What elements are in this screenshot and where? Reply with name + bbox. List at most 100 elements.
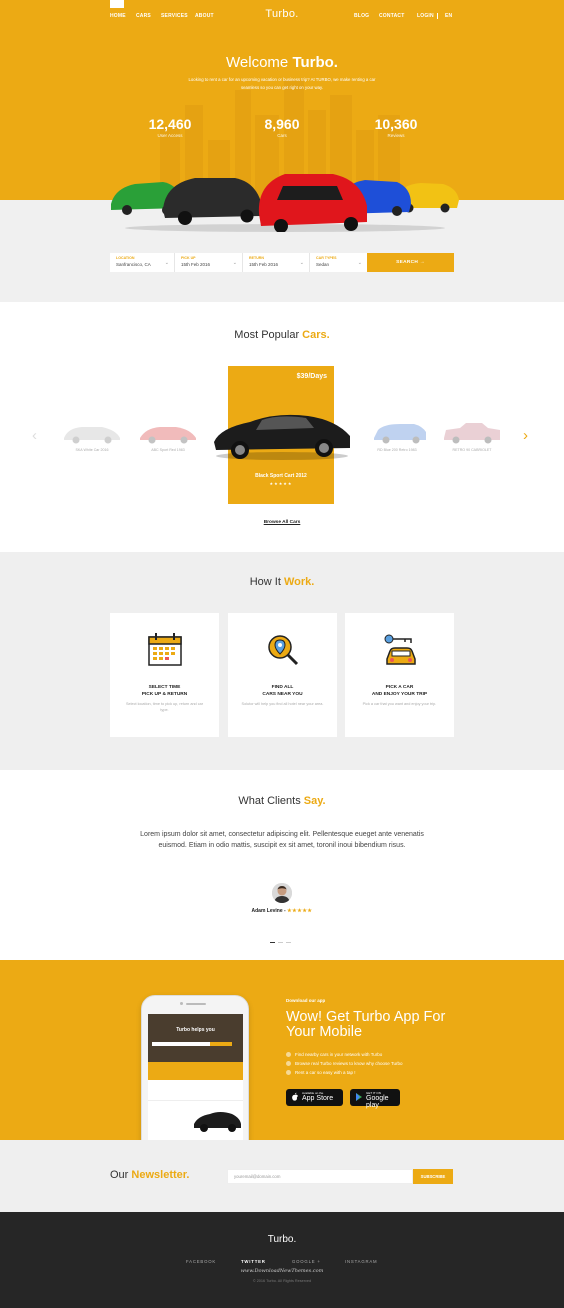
brand-logo[interactable]: Turbo. [0,8,564,20]
app-kicker: Download our app [286,998,326,1003]
how-it-works-section: How It Work. SELECT TIME PICK UP & RETURN… [0,552,564,770]
search-button[interactable]: SEARCH → [367,253,454,272]
phone-speaker [186,1003,206,1005]
carousel-next-arrow[interactable]: › [523,428,528,443]
footer-link-google-plus[interactable]: GOOGLE + [292,1259,321,1264]
car-price: $39/Days [296,373,327,380]
location-select[interactable]: LOCATION Sanfrancisco, CA ⌄ [110,253,175,272]
logo-mark [110,0,124,8]
newsletter-section: Our Newsletter. youremail@domain.com SUB… [0,1140,564,1212]
rating-stars: ★★★★★ [287,908,313,914]
google-play-icon [356,1093,362,1101]
carousel-dot[interactable] [286,941,291,943]
nav-language[interactable]: EN [445,13,452,19]
app-store-button[interactable]: Available on the App Store [286,1089,343,1106]
chevron-down-icon: ⌄ [299,260,304,266]
apple-icon [292,1092,298,1101]
hero-section: HOME CARS SERVICES ABOUT Turbo. BLOG CON… [0,0,564,302]
footer-link-instagram[interactable]: INSTAGRAM [345,1259,377,1264]
popular-title: Most Popular Cars. [234,329,330,341]
app-feature: Browse real Turbo reviews to know why ch… [286,1059,403,1068]
hero-cars-image [111,174,459,232]
popular-cars-section: Most Popular Cars. ‹ SKA White Car 2016 … [0,302,564,552]
nav-login[interactable]: LOGIN [417,13,434,19]
car-rating-stars: ★★★★★ [269,481,293,486]
screen-title: Turbo helps you [176,1027,215,1033]
step-card-pick-car: PICK A CAR AND ENJOY YOUR TRIP Pick a car… [345,613,454,737]
newsletter-title: Our Newsletter. [110,1169,190,1181]
top-navigation: HOME CARS SERVICES ABOUT Turbo. BLOG CON… [0,0,564,32]
car-thumbnail-red[interactable] [138,420,198,446]
car-label-red: ABC Sport Red 1983 [151,448,185,452]
step-title: SELECT TIME PICK UP & RETURN [141,685,188,697]
step-title: FIND ALL CARS NEAR YOU [262,685,303,697]
return-date-select[interactable]: RETURN 15th Feb 2016 ⌄ [243,253,310,272]
phone-camera [180,1002,183,1005]
footer: Turbo. FACEBOOK TWITTER GOOGLE + INSTAGR… [0,1212,564,1308]
app-feature: Find nearby cars in your network with Tu… [286,1050,403,1059]
footer-brand: Turbo. [267,1234,297,1245]
screen-hero: Turbo helps you [148,1014,243,1062]
stat-cars: 8,960 Cars [264,116,300,138]
step-card-find-cars: FIND ALL CARS NEAR YOU Solutor will help … [228,613,337,737]
check-icon [286,1070,291,1075]
newsletter-email-input[interactable]: youremail@domain.com [227,1169,413,1184]
step-description: Pick a car that you want and enjoy your … [362,702,437,706]
copyright: © 2016 Turbo. All Rights Reserved [252,1279,312,1283]
nav-contact[interactable]: CONTACT [379,13,404,19]
app-download-section: Turbo helps you Download our app Wow! Ge… [0,960,564,1140]
car-thumbnail-white[interactable] [62,420,122,446]
screen-search-button [210,1042,232,1046]
car-thumbnail-blue[interactable] [370,420,430,446]
carousel-dot[interactable] [270,941,275,943]
screen-stats-strip [148,1062,243,1080]
car-key-icon [384,634,416,665]
avatar [272,883,292,903]
featured-car-image [214,414,350,460]
testimonial-quote: Lorem ipsum dolor sit amet, consectetur … [140,831,424,849]
carousel-prev-arrow[interactable]: ‹ [32,428,37,443]
calendar-icon [148,633,182,666]
hero-subtitle: Looking to rent a car for an upcoming va… [188,77,376,90]
stat-reviews: 10,360 Reviews [374,116,418,138]
clients-title: What Clients Say. [238,795,326,807]
footer-link-facebook[interactable]: FACEBOOK [186,1259,216,1264]
app-feature-list: Find nearby cars in your network with Tu… [286,1050,403,1077]
subscribe-button[interactable]: SUBSCRIBE [413,1169,453,1184]
car-name: Black Sport Cart 2012 [255,473,307,479]
chevron-down-icon: ⌄ [232,260,237,266]
car-label-blue: RD Blue 200 Retro 1983 [377,448,417,452]
chevron-down-icon: ⌄ [357,260,362,266]
footer-link-twitter[interactable]: TWITTER [241,1259,266,1264]
check-icon [286,1061,291,1066]
how-title: How It Work. [249,576,315,588]
step-card-select-time: SELECT TIME PICK UP & RETURN Select locat… [110,613,219,737]
hero-title: Welcome Turbo. [226,54,338,71]
stat-user-access: 12,460 User Access [148,116,192,138]
location-search-icon [268,635,299,666]
app-feature: Rent a car so easy with a tap ! [286,1068,403,1077]
watermark: www.DownloadNewThemes.com [240,1268,324,1274]
phone-mockup: Turbo helps you [141,995,249,1140]
pickup-date-select[interactable]: PICK UP 15th Feb 2016 ⌄ [175,253,243,272]
testimonial-author: Adam Levine - ★★★★★ [251,908,313,914]
nav-blog[interactable]: BLOG [354,13,369,19]
nav-divider [437,13,438,19]
step-description: Solutor will help you find all hotel nea… [241,702,324,706]
carousel-dots [270,930,294,948]
google-play-button[interactable]: GET IT ON Google play [350,1089,400,1109]
carousel-dot[interactable] [278,941,283,943]
step-description: Select location, time to pick up, return… [125,702,204,712]
browse-all-cars-link[interactable]: Browse All Cars [0,520,564,525]
car-label-white: SKA White Car 2016 [75,448,109,452]
testimonials-section: What Clients Say. Lorem ipsum dolor sit … [0,770,564,960]
app-title: Wow! Get Turbo App For Your Mobile [286,1009,446,1040]
car-label-cabriolet: RETRO 90 CABRIOLET [452,448,492,452]
check-icon [286,1052,291,1057]
step-title: PICK A CAR AND ENJOY YOUR TRIP [371,685,428,697]
car-thumbnail-cabriolet[interactable] [442,420,502,446]
screen-divider [148,1100,243,1101]
car-type-select[interactable]: CAR TYPES Sedan ⌄ [310,253,367,272]
screen-car-image [194,1112,241,1132]
phone-screen: Turbo helps you [148,1014,243,1140]
